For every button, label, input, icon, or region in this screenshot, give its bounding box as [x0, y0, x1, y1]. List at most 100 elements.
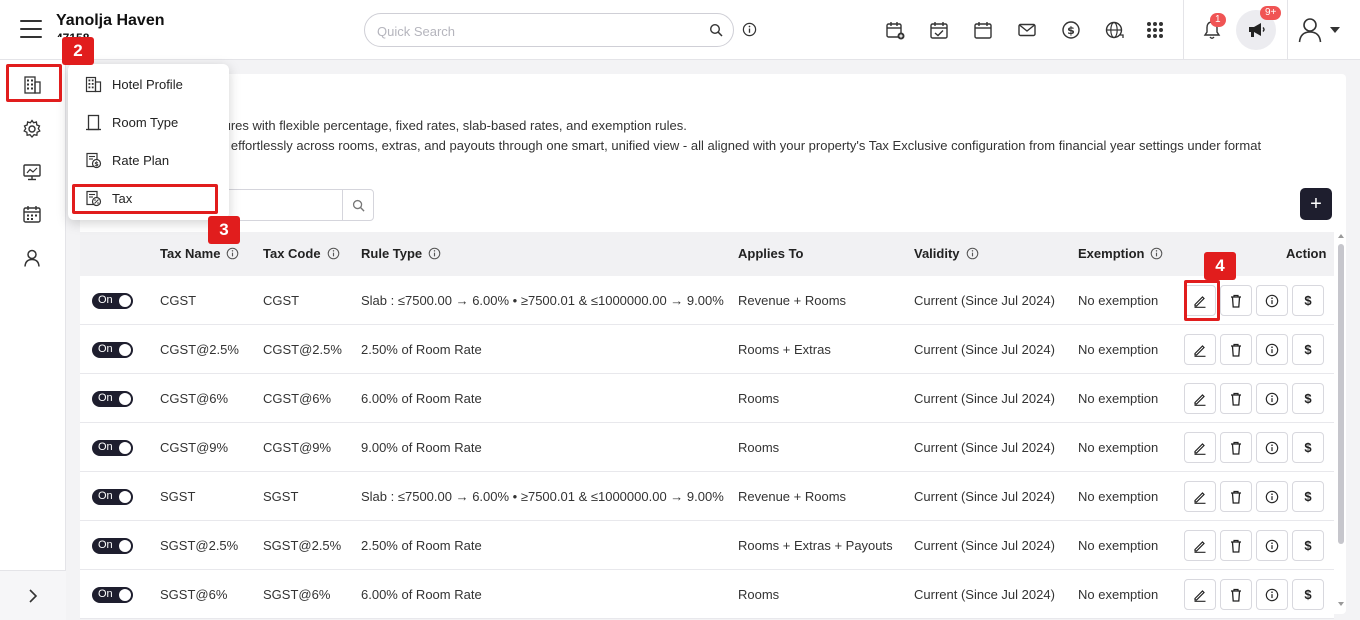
edit-button[interactable] [1184, 285, 1216, 316]
sidebar-calendar-icon[interactable] [21, 203, 43, 225]
delete-button[interactable] [1220, 285, 1252, 316]
search-icon[interactable] [709, 23, 723, 40]
rate-plan-icon: $ [86, 152, 102, 168]
info-button[interactable] [1256, 530, 1288, 561]
sidebar-monitor-icon[interactable] [21, 161, 43, 183]
globe-icon[interactable] [1104, 19, 1126, 41]
pricing-button[interactable]: $ [1292, 383, 1324, 414]
table-scrollbar[interactable] [1336, 232, 1346, 608]
table-row: On CGST@9% CGST@9% 9.00% of Room Rate Ro… [80, 423, 1334, 472]
sidebar [0, 60, 66, 620]
delete-button[interactable] [1220, 432, 1252, 463]
sidebar-user-icon[interactable] [21, 247, 43, 269]
info-icon[interactable] [1150, 247, 1163, 260]
info-button[interactable] [1256, 579, 1288, 610]
tax-code-cell: CGST@2.5% [263, 342, 342, 357]
search-info-icon[interactable] [742, 22, 757, 40]
table-row: On SGST@2.5% SGST@2.5% 2.50% of Room Rat… [80, 521, 1334, 570]
info-icon [1265, 588, 1279, 601]
edit-button[interactable] [1184, 432, 1216, 463]
tax-name-cell: SGST [160, 489, 196, 504]
column-header[interactable]: Rule Type [361, 246, 441, 261]
user-menu[interactable] [1298, 17, 1340, 43]
pencil-icon [1194, 393, 1206, 406]
applies-to-cell: Revenue + Rooms [738, 293, 847, 308]
scrollbar-thumb[interactable] [1338, 244, 1344, 544]
column-header[interactable]: Exemption [1078, 246, 1163, 261]
info-button[interactable] [1256, 334, 1288, 365]
info-icon[interactable] [327, 247, 340, 260]
trash-icon [1231, 490, 1241, 504]
column-header[interactable]: Tax Name [160, 246, 239, 261]
announcements-button[interactable]: 9+ [1236, 6, 1282, 50]
delete-button[interactable] [1220, 383, 1252, 414]
info-button[interactable] [1256, 383, 1288, 414]
mail-icon[interactable] [1016, 19, 1038, 41]
calendar-add-icon[interactable] [884, 19, 906, 41]
info-button[interactable] [1256, 432, 1288, 463]
pricing-button[interactable]: $ [1292, 334, 1324, 365]
delete-button[interactable] [1220, 530, 1252, 561]
pricing-button[interactable]: $ [1292, 530, 1324, 561]
table-search-input[interactable] [228, 189, 343, 221]
pencil-icon [1194, 540, 1206, 553]
hamburger-menu-icon[interactable] [20, 20, 42, 38]
rule-type-cell: Slab : ≤7500.00 → 6.00% • ≥7500.01 & ≤10… [361, 293, 724, 308]
status-toggle[interactable]: On [92, 440, 133, 456]
scroll-up-icon[interactable] [1336, 232, 1346, 240]
edit-button[interactable] [1184, 481, 1216, 512]
info-icon[interactable] [966, 247, 979, 260]
add-tax-button[interactable]: + [1300, 188, 1332, 220]
status-toggle[interactable]: On [92, 293, 133, 309]
step-marker-4: 4 [1204, 252, 1236, 280]
quick-search-input[interactable] [377, 21, 697, 41]
calendar-icon[interactable] [972, 19, 994, 41]
edit-button[interactable] [1184, 530, 1216, 561]
edit-button[interactable] [1184, 334, 1216, 365]
delete-button[interactable] [1220, 481, 1252, 512]
info-icon[interactable] [428, 247, 441, 260]
sidebar-property-icon[interactable] [21, 74, 43, 96]
menu-item-rate-plan[interactable]: $ Rate Plan [68, 142, 229, 178]
scroll-down-icon[interactable] [1336, 600, 1346, 608]
calendar-check-icon[interactable] [928, 19, 950, 41]
column-header[interactable]: Applies To [738, 246, 803, 261]
info-button[interactable] [1256, 481, 1288, 512]
menu-item-room-type[interactable]: Room Type [68, 104, 229, 140]
menu-item-hotel-profile[interactable]: Hotel Profile [68, 66, 229, 102]
edit-button[interactable] [1184, 383, 1216, 414]
dollar-icon: $ [1304, 293, 1312, 308]
column-header[interactable]: Tax Code [263, 246, 340, 261]
pricing-button[interactable]: $ [1292, 432, 1324, 463]
status-toggle[interactable]: On [92, 538, 133, 554]
quick-search [364, 13, 734, 47]
sidebar-expand-button[interactable] [0, 570, 66, 620]
status-toggle[interactable]: On [92, 587, 133, 603]
delete-button[interactable] [1220, 579, 1252, 610]
column-header[interactable]: Validity [914, 246, 979, 261]
status-toggle[interactable]: On [92, 342, 133, 358]
menu-item-tax[interactable]: Tax [68, 180, 229, 216]
pricing-button[interactable]: $ [1292, 481, 1324, 512]
info-icon[interactable] [226, 247, 239, 260]
pricing-button[interactable]: $ [1292, 285, 1324, 316]
edit-button[interactable] [1184, 579, 1216, 610]
page-description-line-2: n effortlessly across rooms, extras, and… [220, 138, 1262, 153]
table-search-button[interactable] [342, 189, 374, 221]
status-toggle[interactable]: On [92, 489, 133, 505]
dollar-circle-icon[interactable]: $ [1060, 19, 1082, 41]
sidebar-settings-icon[interactable] [21, 118, 43, 140]
info-button[interactable] [1256, 285, 1288, 316]
column-header-label: Applies To [738, 246, 804, 261]
delete-button[interactable] [1220, 334, 1252, 365]
pricing-button[interactable]: $ [1292, 579, 1324, 610]
validity-cell: Current (Since Jul 2024) [914, 538, 1055, 553]
rule-type-cell: 2.50% of Room Rate [361, 538, 482, 553]
status-toggle[interactable]: On [92, 391, 133, 407]
toggle-label: On [98, 343, 113, 355]
property-settings-menu: Hotel Profile Room Type $ Rate Plan Tax [68, 64, 229, 220]
notifications-button[interactable]: 1 [1202, 13, 1226, 41]
apps-grid-icon[interactable] [1144, 19, 1166, 41]
toggle-label: On [98, 490, 113, 502]
trash-icon [1231, 392, 1241, 406]
